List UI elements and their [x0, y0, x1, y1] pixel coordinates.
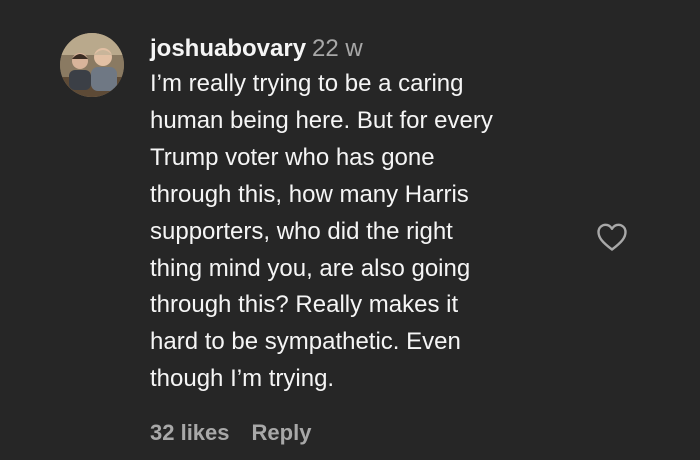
comment-text-line: human being here. But for every [150, 106, 493, 134]
comment-text-line: through this? Really makes it [150, 291, 459, 319]
avatar[interactable] [60, 33, 124, 97]
likes-count[interactable]: 32 likes [150, 420, 230, 445]
comment-text-line: hard to be sympathetic. Even [150, 328, 461, 356]
comment-text-line: through this, how many Harris [150, 180, 469, 208]
heart-outline-icon [597, 223, 627, 251]
like-button[interactable] [596, 222, 628, 252]
comment-text-line: I’m really trying to be a caring [150, 70, 464, 97]
avatar-photo [60, 33, 124, 97]
comment-text: I’m really trying to be a caring human b… [150, 66, 580, 398]
username-link[interactable]: joshuabovary [150, 35, 306, 62]
comment-text-line: thing mind you, are also going [150, 254, 471, 282]
comment-text-line: though I’m trying. [150, 365, 335, 393]
timestamp: 22 w [312, 35, 363, 62]
comment-text-line: supporters, who did the right [150, 217, 453, 245]
comment: joshuabovary 22 w I’m really trying to be… [0, 0, 700, 460]
comment-body: joshuabovary 22 w I’m really trying to be… [150, 32, 580, 398]
comment-header: joshuabovary 22 w [150, 32, 580, 66]
reply-button[interactable]: Reply [252, 420, 312, 445]
comment-text-line: Trump voter who has gone [150, 143, 435, 171]
comment-meta: 32 likes Reply [150, 418, 311, 448]
